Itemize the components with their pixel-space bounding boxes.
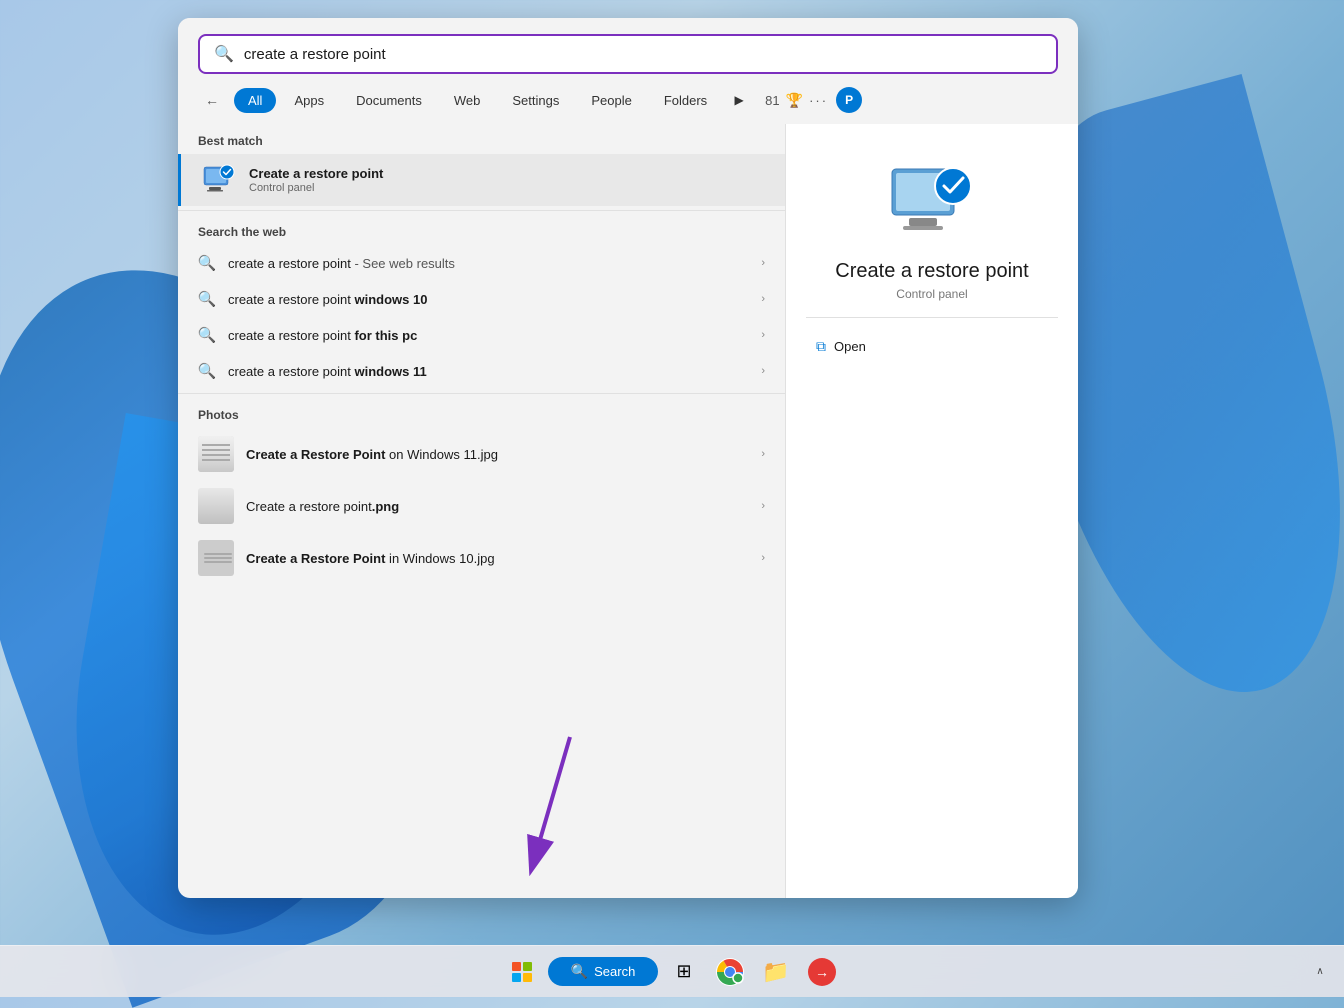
photo-item-2[interactable]: Create a Restore Point in Windows 10.jpg… — [178, 532, 785, 584]
app-6-button[interactable]: → — [802, 952, 842, 992]
web-search-icon-2: 🔍 — [198, 326, 216, 344]
web-text-2: create a restore point for this pc — [228, 328, 749, 343]
search-input-wrapper[interactable]: 🔍 — [198, 34, 1058, 74]
taskbar-search-icon: 🔍 — [571, 963, 588, 980]
task-view-icon: ⊞ — [676, 961, 691, 982]
photos-header: Photos — [178, 398, 785, 428]
tab-folders[interactable]: Folders — [650, 88, 721, 113]
tab-all[interactable]: All — [234, 88, 276, 113]
folder-icon: 📁 — [762, 959, 789, 985]
more-options-button[interactable]: ··· — [809, 93, 828, 108]
play-more-button[interactable]: ▶ — [725, 86, 753, 114]
file-explorer-button[interactable]: 📁 — [756, 952, 796, 992]
web-search-icon-3: 🔍 — [198, 362, 216, 380]
search-input-area: 🔍 — [178, 18, 1078, 86]
chrome-button[interactable] — [710, 952, 750, 992]
start-button[interactable] — [502, 952, 542, 992]
web-item-2[interactable]: 🔍 create a restore point for this pc › — [178, 317, 785, 353]
photo-item-text-2: Create a Restore Point in Windows 10.jpg — [246, 551, 749, 566]
restore-point-icon — [201, 162, 237, 198]
right-panel: Create a restore point Control panel ⧉ O… — [786, 124, 1078, 898]
photo-item-0[interactable]: Create a Restore Point on Windows 11.jpg… — [178, 428, 785, 480]
photo-item-text-0: Create a Restore Point on Windows 11.jpg — [246, 447, 749, 462]
web-search-icon-1: 🔍 — [198, 290, 216, 308]
web-item-0[interactable]: 🔍 create a restore point - See web resul… — [178, 245, 785, 281]
chevron-right-icon-1: › — [761, 293, 765, 305]
task-view-button[interactable]: ⊞ — [664, 952, 704, 992]
profile-avatar[interactable]: P — [836, 87, 862, 113]
web-search-icon-0: 🔍 — [198, 254, 216, 272]
trophy-icon: 🏆 — [786, 92, 803, 109]
chrome-icon — [716, 958, 744, 986]
web-item-3[interactable]: 🔍 create a restore point windows 11 › — [178, 353, 785, 389]
windows-logo-icon — [512, 962, 532, 982]
search-web-header: Search the web — [178, 215, 785, 245]
chevron-right-photo-1: › — [761, 500, 765, 512]
chevron-right-photo-2: › — [761, 552, 765, 564]
taskbar-search-button[interactable]: 🔍 Search — [548, 957, 658, 986]
photo-thumb-2 — [198, 540, 234, 576]
preview-icon-area — [887, 164, 977, 244]
tab-apps[interactable]: Apps — [280, 88, 338, 113]
preview-title: Create a restore point — [835, 260, 1028, 283]
web-text-1: create a restore point windows 10 — [228, 292, 749, 307]
filter-tabs: ← All Apps Documents Web Settings People… — [178, 86, 1078, 124]
best-match-item[interactable]: Create a restore point Control panel — [178, 154, 785, 206]
web-item-1[interactable]: 🔍 create a restore point windows 10 › — [178, 281, 785, 317]
photo-item-1[interactable]: Create a restore point.png › — [178, 480, 785, 532]
chevron-right-icon-2: › — [761, 329, 765, 341]
tab-people[interactable]: People — [577, 88, 645, 113]
taskbar: 🔍 Search ⊞ 📁 → — [0, 945, 1344, 997]
search-icon: 🔍 — [214, 44, 234, 64]
chevron-right-icon-3: › — [761, 365, 765, 377]
taskbar-right-area: ∧ — [1312, 964, 1328, 980]
preview-app-icon — [887, 164, 977, 244]
divider-1 — [178, 210, 785, 211]
taskbar-chevron-icon[interactable]: ∧ — [1312, 964, 1328, 980]
photo-thumb-0 — [198, 436, 234, 472]
photo-thumb-1 — [198, 488, 234, 524]
web-text-0: create a restore point - See web results — [228, 256, 749, 271]
preview-subtitle: Control panel — [896, 287, 967, 301]
tab-documents[interactable]: Documents — [342, 88, 436, 113]
search-input[interactable] — [244, 46, 1042, 63]
left-panel: Best match Create a rest — [178, 124, 786, 898]
result-counter: 81 🏆 ··· — [765, 92, 828, 109]
main-content: Best match Create a rest — [178, 124, 1078, 898]
open-link-icon: ⧉ — [816, 338, 826, 355]
photo-item-text-1: Create a restore point.png — [246, 499, 749, 514]
best-match-text: Create a restore point Control panel — [249, 166, 765, 194]
tab-web[interactable]: Web — [440, 88, 495, 113]
best-match-header: Best match — [178, 124, 785, 154]
taskbar-search-label: Search — [594, 964, 635, 979]
preview-divider — [806, 317, 1058, 318]
web-text-3: create a restore point windows 11 — [228, 364, 749, 379]
open-label: Open — [834, 339, 866, 354]
chevron-right-icon-0: › — [761, 257, 765, 269]
divider-2 — [178, 393, 785, 394]
back-icon: ← — [205, 92, 219, 108]
open-action[interactable]: ⧉ Open — [806, 332, 1058, 361]
search-panel: 🔍 ← All Apps Documents Web Settings Peop… — [178, 18, 1078, 898]
back-button[interactable]: ← — [198, 86, 226, 114]
red-app-icon: → — [808, 958, 836, 986]
chevron-right-photo-0: › — [761, 448, 765, 460]
tab-settings[interactable]: Settings — [498, 88, 573, 113]
